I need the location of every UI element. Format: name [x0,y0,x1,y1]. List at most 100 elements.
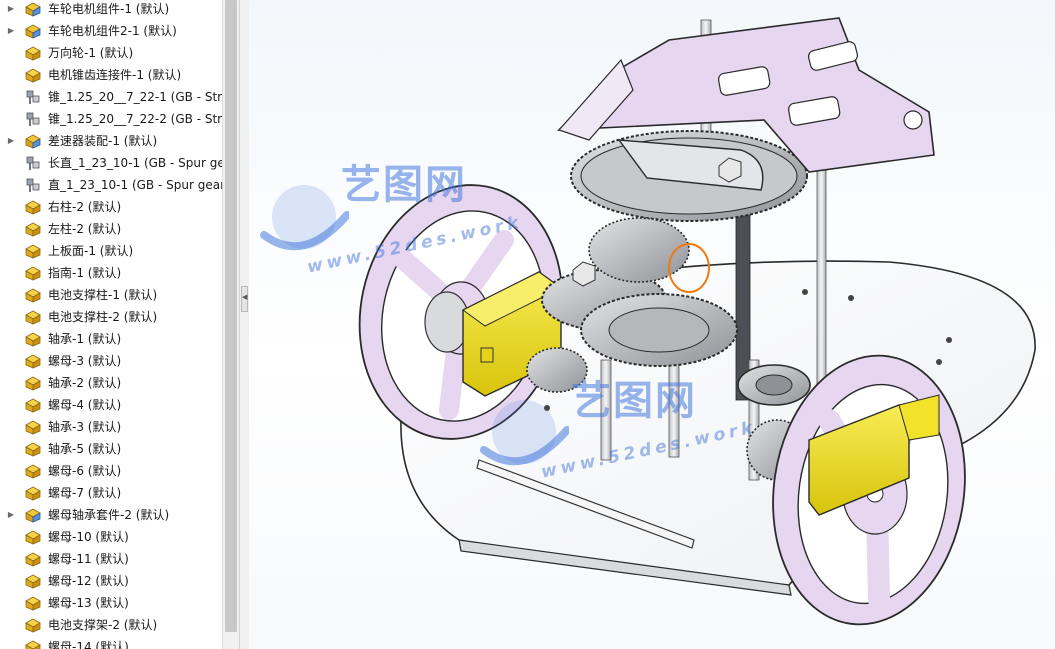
tree-item-label: 螺母轴承套件-2 (默认) [48,508,170,522]
part-icon [24,595,42,611]
tree-item[interactable]: ▶ 差速器装配-1 (默认) [0,130,222,152]
expand-arrow-icon[interactable]: ▶ [6,130,16,152]
tree-item-label: 轴承-2 (默认) [48,376,122,390]
feature-tree: ▶ 车轮电机组件-1 (默认) ▶ 车轮电机组件2-1 (默认) 万向轮-1 (默认) 电… [0,0,222,649]
tree-item[interactable]: 左柱-2 (默认) [0,218,222,240]
tree-item-label: 轴承-1 (默认) [48,332,122,346]
tree-item[interactable]: 右柱-2 (默认) [0,196,222,218]
part-icon [24,397,42,413]
tree-item-label: 轴承-3 (默认) [48,420,122,434]
assembly-icon [24,133,42,149]
tree-item[interactable]: 长直_1_23_10-1 (GB - Spur gea [0,152,222,174]
tree-item-label: 车轮电机组件-1 (默认) [48,2,170,16]
tree-item[interactable]: 上板面-1 (默认) [0,240,222,262]
part-icon [24,529,42,545]
expand-arrow-icon[interactable]: ▶ [6,0,16,20]
tree-item[interactable]: 轴承-1 (默认) [0,328,222,350]
tree-item-label: 锥_1.25_20__7_22-1 (GB - Straig [48,90,222,104]
part-icon [24,265,42,281]
tree-item[interactable]: 螺母-14 (默认) [0,636,222,649]
part-icon [24,221,42,237]
tree-item-label: 直_1_23_10-1 (GB - Spur gear [48,178,222,192]
part-icon [24,309,42,325]
tree-item-label: 电池支撑柱-1 (默认) [48,288,158,302]
part-icon [24,287,42,303]
part-icon [24,639,42,649]
part-icon [24,463,42,479]
graphics-viewport[interactable]: 艺图网 www.52des.work 艺图网 www.52des.work [249,0,1055,649]
tree-item[interactable]: 指南-1 (默认) [0,262,222,284]
tree-item-label: 长直_1_23_10-1 (GB - Spur gea [48,156,222,170]
tree-item[interactable]: 螺母-13 (默认) [0,592,222,614]
toolbox-icon [24,177,42,193]
tree-item-label: 电机锥齿连接件-1 (默认) [48,68,182,82]
tree-item[interactable]: ▶ 车轮电机组件-1 (默认) [0,0,222,20]
tree-item[interactable]: 电池支撑架-2 (默认) [0,614,222,636]
tree-item[interactable]: 直_1_23_10-1 (GB - Spur gear [0,174,222,196]
tree-item[interactable]: 电池支撑柱-2 (默认) [0,306,222,328]
tree-item-label: 螺母-3 (默认) [48,354,122,368]
tree-item-label: 锥_1.25_20__7_22-2 (GB - Straig [48,112,222,126]
toolbox-icon [24,111,42,127]
tree-item[interactable]: 螺母-10 (默认) [0,526,222,548]
part-icon [24,573,42,589]
part-icon [24,441,42,457]
feature-tree-scrollbar[interactable] [222,0,240,649]
tree-item-label: 左柱-2 (默认) [48,222,122,236]
part-icon [24,243,42,259]
part-icon [24,45,42,61]
tree-item-label: 电池支撑架-2 (默认) [48,618,158,632]
tree-item[interactable]: ▶ 螺母轴承套件-2 (默认) [0,504,222,526]
tree-item[interactable]: 螺母-6 (默认) [0,460,222,482]
tree-item-label: 上板面-1 (默认) [48,244,134,258]
feature-tree-list: ▶ 车轮电机组件-1 (默认) ▶ 车轮电机组件2-1 (默认) 万向轮-1 (默认) 电… [0,0,222,649]
tree-item[interactable]: 螺母-12 (默认) [0,570,222,592]
expand-arrow-icon[interactable]: ▶ [6,20,16,42]
part-icon [24,617,42,633]
toolbox-icon [24,89,42,105]
part-icon [24,419,42,435]
tree-item-label: 车轮电机组件2-1 (默认) [48,24,177,38]
tree-item-label: 螺母-14 (默认) [48,640,129,649]
tree-item[interactable]: 螺母-3 (默认) [0,350,222,372]
part-icon [24,353,42,369]
tree-item-label: 指南-1 (默认) [48,266,122,280]
expand-arrow-icon[interactable]: ▶ [6,504,16,526]
tree-item-label: 螺母-13 (默认) [48,596,129,610]
tree-item[interactable]: ▶ 车轮电机组件2-1 (默认) [0,20,222,42]
tree-item[interactable]: 万向轮-1 (默认) [0,42,222,64]
tree-item[interactable]: 螺母-4 (默认) [0,394,222,416]
assembly-icon [24,507,42,523]
toolbox-icon [24,155,42,171]
tree-item-label: 右柱-2 (默认) [48,200,122,214]
tree-item-label: 电池支撑柱-2 (默认) [48,310,158,324]
tree-item[interactable]: 螺母-7 (默认) [0,482,222,504]
part-icon [24,375,42,391]
tree-item-label: 螺母-6 (默认) [48,464,122,478]
part-icon [24,199,42,215]
tree-item[interactable]: 轴承-2 (默认) [0,372,222,394]
assembly-icon [24,23,42,39]
tree-item-label: 螺母-7 (默认) [48,486,122,500]
tree-item[interactable]: 轴承-5 (默认) [0,438,222,460]
tree-item-label: 轴承-5 (默认) [48,442,122,456]
tree-item[interactable]: 锥_1.25_20__7_22-1 (GB - Straig [0,86,222,108]
tree-item[interactable]: 锥_1.25_20__7_22-2 (GB - Straig [0,108,222,130]
tree-item[interactable]: 电机锥齿连接件-1 (默认) [0,64,222,86]
scrollbar-thumb[interactable] [225,0,237,632]
assembly-icon [24,1,42,17]
part-icon [24,551,42,567]
tree-item-label: 螺母-12 (默认) [48,574,129,588]
splitter-collapse-handle[interactable]: ◀ [241,286,248,312]
tree-item-label: 差速器装配-1 (默认) [48,134,158,148]
tree-item[interactable]: 轴承-3 (默认) [0,416,222,438]
tree-item-label: 螺母-11 (默认) [48,552,129,566]
part-icon [24,67,42,83]
robot-car-assembly-model[interactable] [249,0,1055,649]
tree-item-label: 螺母-4 (默认) [48,398,122,412]
part-icon [24,485,42,501]
tree-item-label: 万向轮-1 (默认) [48,46,134,60]
collapse-arrow-icon: ◀ [242,293,248,301]
tree-item[interactable]: 电池支撑柱-1 (默认) [0,284,222,306]
tree-item[interactable]: 螺母-11 (默认) [0,548,222,570]
